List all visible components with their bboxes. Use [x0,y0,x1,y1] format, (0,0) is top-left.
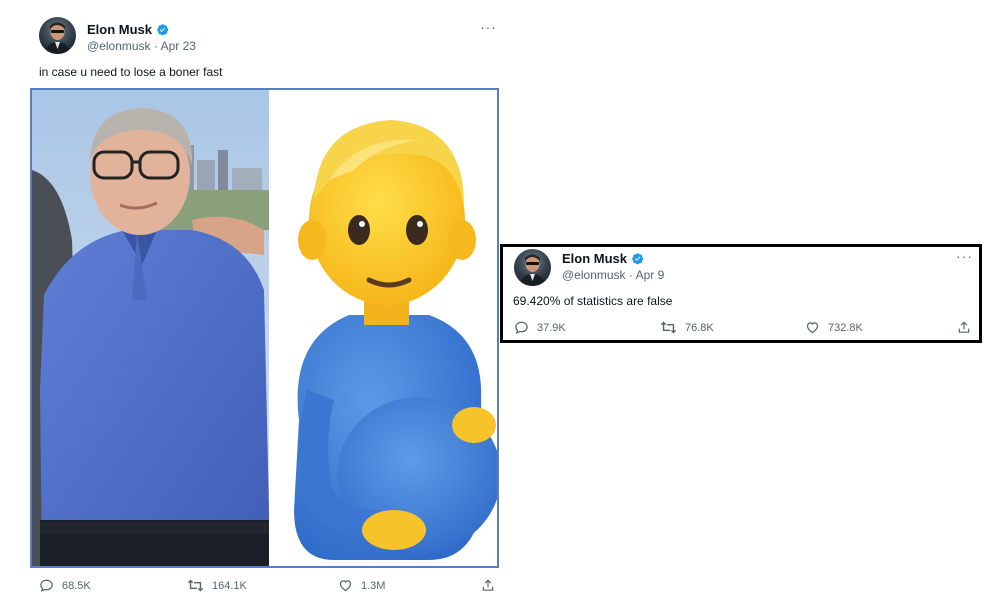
retweet-icon [660,320,677,335]
handle[interactable]: @elonmusk [562,268,626,282]
more-options-icon[interactable]: ··· [956,249,973,263]
more-options-icon[interactable]: ··· [480,20,497,34]
retweet-button[interactable]: 76.8K [660,320,714,335]
pregnant-man-emoji-image [269,90,497,566]
share-button[interactable] [481,578,495,593]
tweet-date[interactable]: Apr 23 [161,39,196,53]
tweet-media[interactable] [30,88,499,568]
like-button[interactable]: 1.3M [338,578,385,593]
handle[interactable]: @elonmusk [87,39,151,53]
share-button[interactable] [957,320,971,335]
verified-badge-icon [631,252,644,268]
author-name-text[interactable]: Elon Musk [87,22,152,37]
retweet-icon [187,578,204,593]
reply-button[interactable]: 37.9K [514,320,566,335]
author-name-text[interactable]: Elon Musk [562,251,627,266]
man-photo [32,90,269,566]
author-name[interactable]: Elon Musk [87,22,169,39]
tweet-text: in case u need to lose a boner fast [39,65,223,79]
reply-button[interactable]: 68.5K [39,578,91,593]
share-icon [481,578,495,593]
avatar[interactable] [514,249,551,286]
handle-date: @elonmusk · Apr 9 [562,268,665,282]
like-count: 732.8K [828,321,863,334]
reply-icon [39,578,54,593]
handle-date: @elonmusk · Apr 23 [87,39,196,53]
share-icon [957,320,971,335]
heart-icon [805,320,820,335]
like-button[interactable]: 732.8K [805,320,863,335]
retweet-count: 76.8K [685,321,714,334]
reply-count: 68.5K [62,579,91,592]
retweet-count: 164.1K [212,579,247,592]
tweet-date[interactable]: Apr 9 [636,268,665,282]
avatar[interactable] [39,17,76,54]
reply-count: 37.9K [537,321,566,334]
tweet-2[interactable]: Elon Musk @elonmusk · Apr 9 ··· 69.420% … [500,244,982,343]
reply-icon [514,320,529,335]
like-count: 1.3M [361,579,386,592]
verified-badge-icon [156,23,169,39]
author-name[interactable]: Elon Musk [562,251,644,268]
tweet-text: 69.420% of statistics are false [513,294,673,308]
retweet-button[interactable]: 164.1K [187,578,247,593]
heart-icon [338,578,353,593]
